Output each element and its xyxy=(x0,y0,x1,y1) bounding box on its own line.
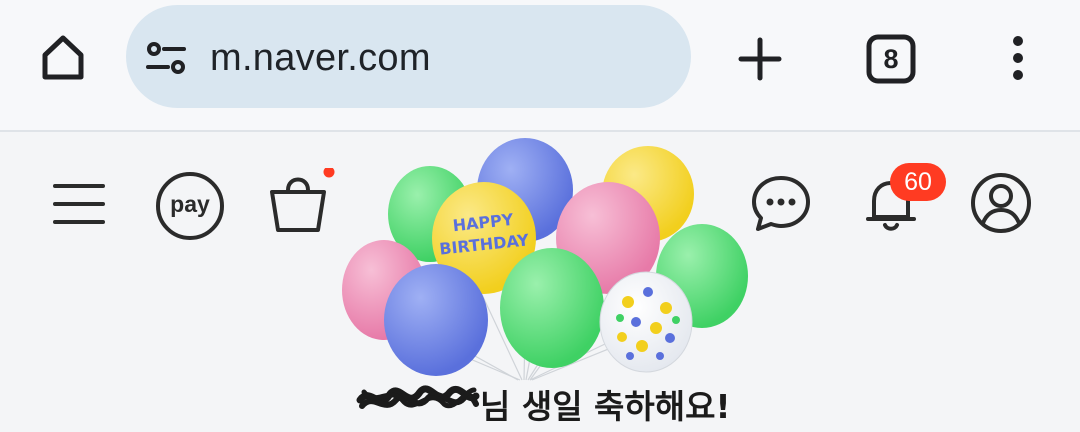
tab-count: 8 xyxy=(883,43,899,74)
new-tab-icon[interactable] xyxy=(733,32,787,86)
pay-label: pay xyxy=(170,190,210,217)
profile-icon[interactable] xyxy=(968,170,1034,236)
birthday-message-text: 님 생일 축하해요! xyxy=(480,387,731,426)
shopping-bag-icon[interactable] xyxy=(266,168,336,236)
notification-count-badge: 60 xyxy=(890,163,946,201)
birthday-balloons-image[interactable]: HAPPY BIRTHDAY xyxy=(330,132,770,382)
url-text[interactable]: m.naver.com xyxy=(210,37,431,80)
tab-switcher-icon[interactable]: 8 xyxy=(864,32,918,86)
redacted-name-scribble xyxy=(356,385,480,409)
chat-icon[interactable] xyxy=(748,172,814,236)
pay-icon[interactable]: pay xyxy=(154,170,226,242)
more-menu-icon[interactable] xyxy=(998,30,1038,86)
browser-toolbar: m.naver.com 8 xyxy=(0,0,1080,132)
home-icon[interactable] xyxy=(30,24,96,90)
site-settings-icon[interactable] xyxy=(143,38,189,78)
menu-icon[interactable] xyxy=(48,176,110,232)
